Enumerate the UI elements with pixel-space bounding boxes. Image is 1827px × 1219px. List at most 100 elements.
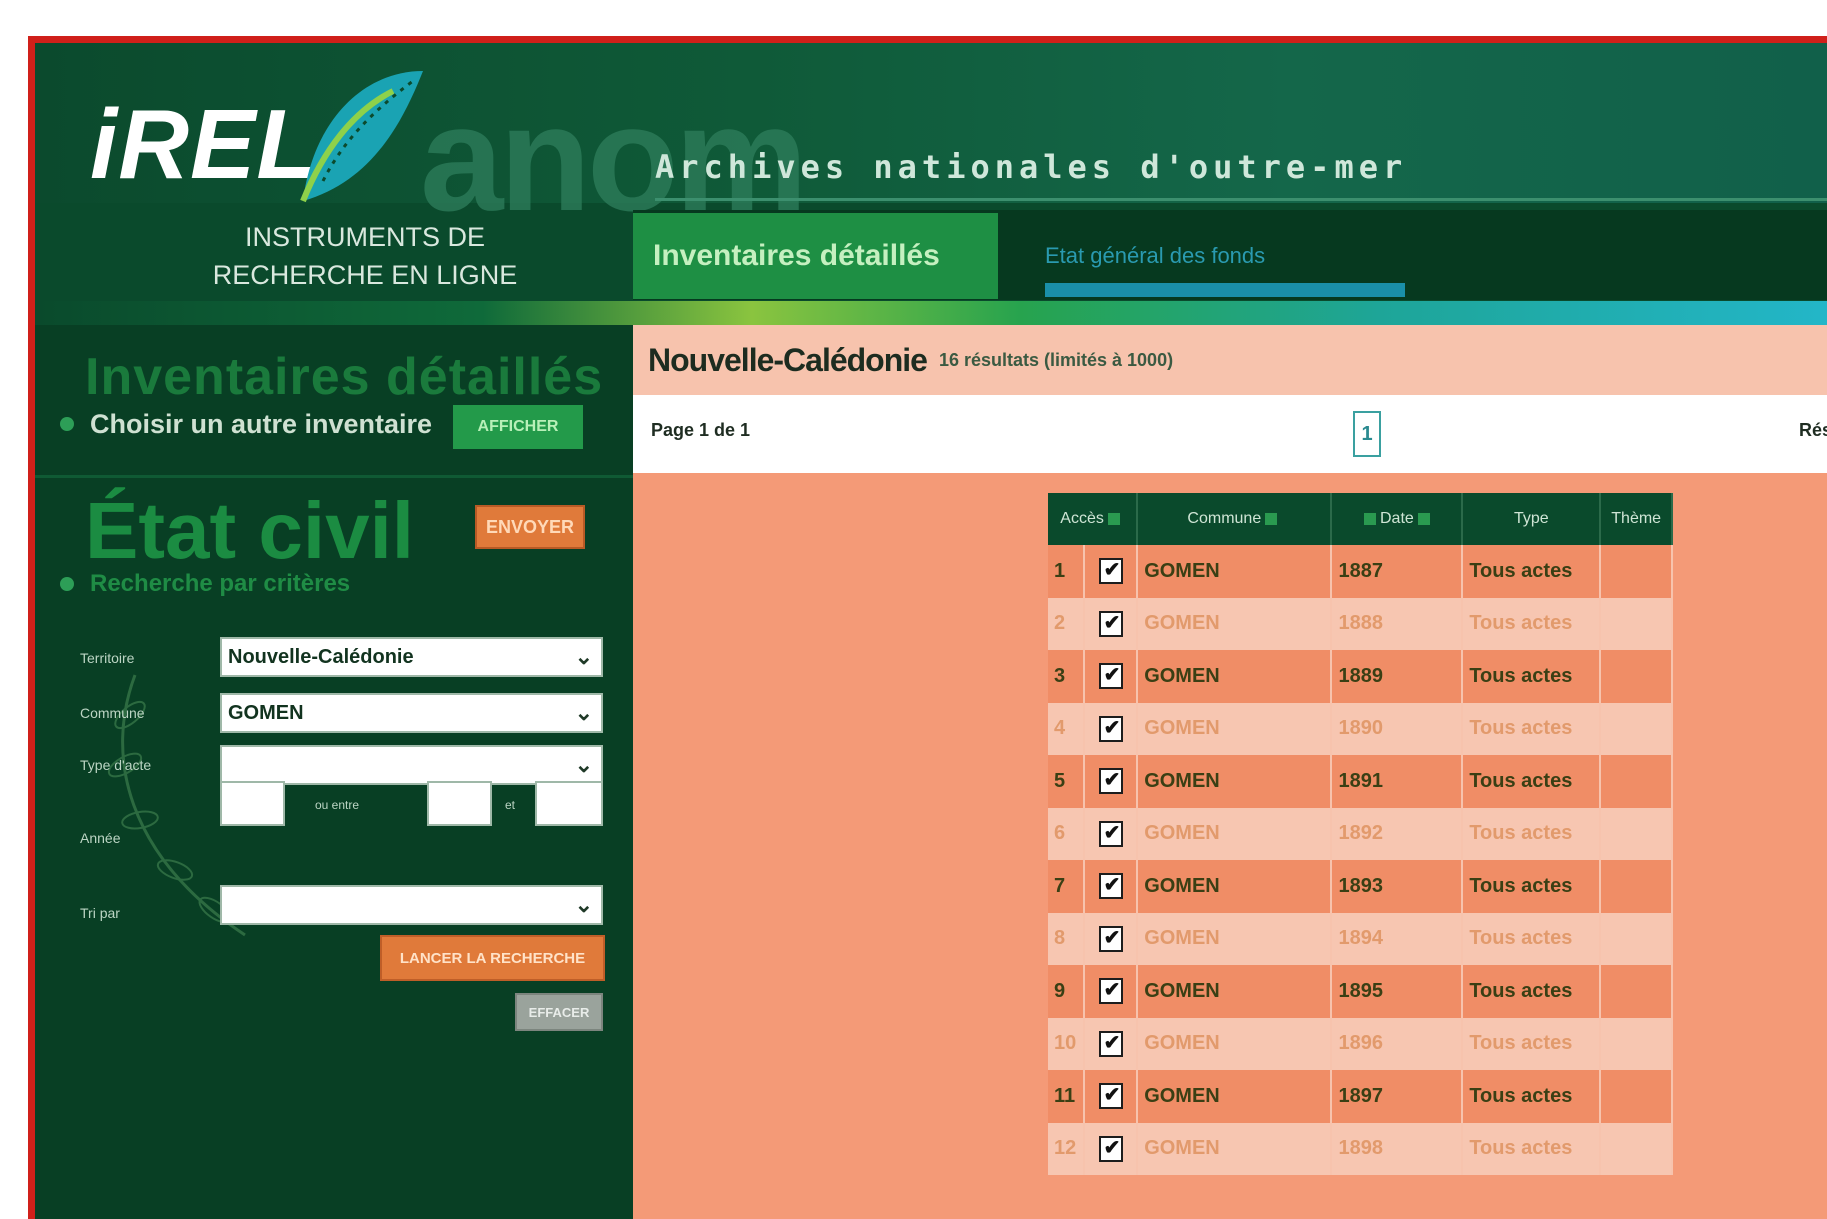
type-cell: Tous actes [1462,860,1602,913]
date-cell: 1892 [1331,807,1464,860]
table-row[interactable]: 8 GOMEN1894Tous actes [1048,912,1673,965]
bullet-icon [60,577,74,591]
commune-cell: GOMEN [1137,1017,1333,1070]
type-cell: Tous actes [1462,597,1602,650]
sort-icon[interactable] [1417,512,1430,525]
site-tagline: INSTRUMENTS DE RECHERCHE EN LIGNE [85,218,645,294]
commune-cell: GOMEN [1137,545,1333,598]
commune-cell: GOMEN [1137,702,1333,755]
results-summary: 16 résultats (limités à 1000) [938,349,1174,370]
date-cell: 1894 [1331,912,1464,965]
tab-inventaires-detailles[interactable]: Inventaires détaillés [633,213,998,299]
tagline-line-1: INSTRUMENTS DE [244,222,485,252]
checkbox-checked-icon[interactable] [1098,977,1123,1005]
reset-button[interactable]: EFFACER [515,993,603,1031]
type-cell: Tous actes [1462,912,1602,965]
checkbox-checked-icon[interactable] [1098,1030,1123,1057]
row-number: 12 [1048,1122,1086,1175]
table-row[interactable]: 9 GOMEN1895Tous actes [1048,965,1673,1018]
date-cell: 1896 [1331,1017,1464,1070]
commune-select[interactable]: GOMEN ⌄ [220,693,603,733]
table-row[interactable]: 3 GOMEN1889Tous actes [1048,650,1673,703]
sort-icon[interactable] [1265,512,1278,525]
type-cell: Tous actes [1462,965,1602,1018]
send-button[interactable]: ENVOYER [475,505,585,549]
sort-icon[interactable] [1107,512,1120,525]
date-cell: 1895 [1331,965,1464,1018]
checkbox-checked-icon[interactable] [1098,662,1123,690]
access-checkbox[interactable] [1084,755,1139,808]
theme-cell [1600,807,1673,860]
table-row[interactable]: 5 GOMEN1891Tous actes [1048,755,1673,808]
row-number: 1 [1048,545,1086,598]
type-cell: Tous actes [1462,755,1602,808]
tab-etat-general[interactable]: Etat général des fonds [1045,243,1265,269]
table-row[interactable]: 10 GOMEN1896Tous actes [1048,1017,1673,1070]
checkbox-checked-icon[interactable] [1098,610,1123,637]
table-row[interactable]: 7 GOMEN1893Tous actes [1048,860,1673,913]
column-header-date[interactable]: Date [1331,493,1464,545]
table-row[interactable]: 4 GOMEN1890Tous actes [1048,702,1673,755]
access-checkbox[interactable] [1084,965,1139,1018]
territoire-select[interactable]: Nouvelle-Calédonie ⌄ [220,637,603,677]
checkbox-checked-icon[interactable] [1098,872,1123,900]
table-row[interactable]: 2 GOMEN1888Tous actes [1048,597,1673,650]
column-header-commune[interactable]: Commune [1137,493,1333,545]
sort-icon[interactable] [1363,512,1376,525]
table-row[interactable]: 11 GOMEN1897Tous actes [1048,1070,1673,1123]
access-checkbox[interactable] [1084,597,1139,650]
tagline-line-2: RECHERCHE EN LIGNE [212,260,518,290]
header-subtitle: Archives nationales d'outre-mer [655,148,1408,186]
checkbox-checked-icon[interactable] [1098,767,1123,795]
column-header-theme[interactable]: Thème [1600,493,1673,545]
checkbox-checked-icon[interactable] [1098,820,1123,847]
chevron-down-icon: ⌄ [574,644,593,669]
access-checkbox[interactable] [1084,807,1139,860]
choose-inventory-label[interactable]: Choisir un autre inventaire [90,409,432,440]
checkbox-checked-icon[interactable] [1098,1082,1123,1110]
type-cell: Tous actes [1462,650,1602,703]
type-select[interactable]: ⌄ [220,745,603,785]
column-header-type[interactable]: Type [1462,493,1602,545]
theme-cell [1600,597,1673,650]
theme-cell [1600,1122,1673,1175]
leaf-logo-icon [300,71,423,203]
access-checkbox[interactable] [1084,1122,1139,1175]
access-checkbox[interactable] [1084,912,1139,965]
commune-cell: GOMEN [1137,965,1333,1018]
commune-cell: GOMEN [1137,860,1333,913]
date-cell: 1891 [1331,755,1464,808]
display-button[interactable]: AFFICHER [453,405,583,449]
theme-cell [1600,912,1673,965]
launch-search-button[interactable]: LANCER LA RECHERCHE [380,935,605,981]
access-checkbox[interactable] [1084,650,1139,703]
search-by-criteria-link[interactable]: Recherche par critères [90,570,350,598]
annee-from-input[interactable] [427,781,492,826]
access-checkbox[interactable] [1084,860,1139,913]
annee-between-label: ou entre [315,798,360,812]
pager-page-link[interactable]: 1 [1353,411,1381,457]
access-checkbox[interactable] [1084,702,1139,755]
annee-input[interactable] [220,781,285,826]
checkbox-checked-icon[interactable] [1098,715,1123,742]
type-cell: Tous actes [1462,1122,1602,1175]
annee-to-input[interactable] [535,781,603,826]
main-content: Nouvelle-Calédonie 16 résultats (limités… [633,325,1827,1219]
tri-select[interactable]: ⌄ [220,885,603,925]
access-checkbox[interactable] [1084,545,1139,598]
type-cell: Tous actes [1462,545,1602,598]
access-checkbox[interactable] [1084,1017,1139,1070]
checkbox-checked-icon[interactable] [1098,925,1123,952]
row-number: 3 [1048,650,1086,703]
table-row[interactable]: 6 GOMEN1892Tous actes [1048,807,1673,860]
column-header-acces[interactable]: Accès [1048,493,1139,545]
row-number: 2 [1048,597,1086,650]
access-checkbox[interactable] [1084,1070,1139,1123]
commune-cell: GOMEN [1137,912,1333,965]
row-number: 9 [1048,965,1086,1018]
table-row[interactable]: 12 GOMEN1898Tous actes [1048,1122,1673,1175]
checkbox-checked-icon[interactable] [1098,557,1123,585]
table-row[interactable]: 1 GOMEN1887Tous actes [1048,545,1673,598]
checkbox-checked-icon[interactable] [1098,1135,1123,1162]
type-cell: Tous actes [1462,807,1602,860]
